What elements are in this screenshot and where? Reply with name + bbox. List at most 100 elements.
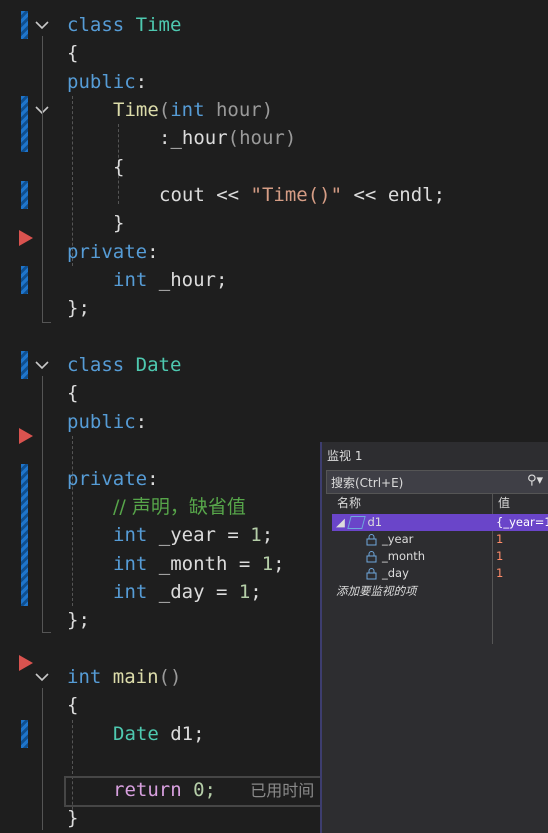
collapse-chevron-icon[interactable] <box>34 669 50 685</box>
keyword: int <box>170 99 205 121</box>
watch-row[interactable]: _month 1 <box>332 548 548 565</box>
brace: { <box>67 694 79 716</box>
brace: } <box>67 807 79 829</box>
change-indicator <box>21 464 28 606</box>
search-placeholder: 搜索(Ctrl+E) <box>331 476 404 490</box>
code-line: return 0; 已用时间 <box>113 776 314 804</box>
indent-guide <box>72 436 73 606</box>
watch-row-value: 1 <box>496 566 504 580</box>
keyword: public <box>67 71 136 93</box>
outline-guide <box>42 121 51 231</box>
code-line: { <box>113 153 124 181</box>
outline-guide <box>42 688 51 830</box>
keyword: class <box>67 354 125 376</box>
keyword: private <box>67 468 148 490</box>
number: 1 <box>250 524 262 546</box>
watch-row-value: 1 <box>496 549 504 563</box>
punct: ; <box>250 581 262 603</box>
keyword: int <box>113 553 148 575</box>
column-header-name[interactable]: 名称 <box>337 494 361 513</box>
punct: : <box>147 241 159 263</box>
function-name: main <box>112 666 159 688</box>
code-line: Date d1; <box>113 720 205 748</box>
watch-row[interactable]: _day 1 <box>332 565 548 582</box>
change-indicator <box>21 96 28 152</box>
keyword: public <box>67 411 136 433</box>
watch-row-value: {_year=1 _ <box>496 515 548 529</box>
init-list: :_hour <box>159 127 228 149</box>
param: hour <box>239 127 285 149</box>
watch-row[interactable]: ◢ d1 {_year=1 _ <box>332 514 548 531</box>
code-line: } <box>113 209 124 237</box>
param: hour <box>204 99 262 121</box>
type-name: Time <box>135 14 182 36</box>
brace: { <box>67 42 79 64</box>
elapsed-time-hint: 已用时间 <box>250 781 315 800</box>
number: 1 <box>261 553 274 575</box>
watch-window[interactable]: 监视 1 搜索(Ctrl+E) ⚲▾ 名称 值 ◢ d1 {_year=1 _ … <box>320 442 548 833</box>
object-icon <box>346 516 366 529</box>
code-line: private: <box>67 465 159 493</box>
watch-row-value: 1 <box>496 532 504 546</box>
identifier: endl; <box>387 184 446 206</box>
code-line: }; <box>67 606 90 634</box>
punct: : <box>147 468 159 490</box>
breakpoint-marker-icon[interactable] <box>19 428 33 444</box>
identifier: _year = <box>147 524 251 546</box>
watch-row[interactable]: _year 1 <box>332 531 548 548</box>
code-line: { <box>67 691 78 719</box>
keyword: class <box>67 14 125 36</box>
code-line: } <box>67 804 78 832</box>
code-line: int _year = 1; <box>113 521 273 549</box>
code-line: int _day = 1; <box>113 578 262 606</box>
punct: ) <box>261 99 274 121</box>
keyword-return: return <box>113 779 182 801</box>
change-indicator <box>21 181 28 209</box>
identifier: cout <box>159 184 205 206</box>
private-field-icon <box>366 533 377 545</box>
collapse-chevron-icon[interactable] <box>34 17 50 33</box>
watch-row-name: _month <box>366 548 425 565</box>
code-line: public: <box>67 408 147 436</box>
add-watch-placeholder: 添加要监视的项 <box>336 584 417 598</box>
change-indicator <box>21 266 28 294</box>
identifier: _day = <box>147 581 239 603</box>
number: 0; <box>181 779 216 801</box>
code-line: class Date <box>67 351 181 379</box>
magnifier-icon[interactable]: ⚲▾ <box>527 473 543 488</box>
code-line: int _hour; <box>113 266 227 294</box>
keyword: int <box>113 524 148 546</box>
code-line: { <box>67 39 78 67</box>
code-line: :_hour(hour) <box>159 124 296 152</box>
ctor-name: Time <box>113 99 159 121</box>
brace: }; <box>67 297 90 319</box>
private-field-icon <box>366 550 377 562</box>
punct: () <box>158 666 182 688</box>
code-line: int main() <box>67 663 181 691</box>
change-indicator <box>21 351 28 379</box>
brace: { <box>67 382 79 404</box>
add-watch-item[interactable]: 添加要监视的项 <box>332 583 548 600</box>
code-line: public: <box>67 68 147 96</box>
identifier: _month = <box>147 553 262 575</box>
change-indicator <box>21 720 28 748</box>
number: 1 <box>238 581 251 603</box>
collapse-chevron-icon[interactable] <box>34 357 50 373</box>
brace: { <box>113 156 125 178</box>
identifier: _hour; <box>147 269 228 291</box>
code-line: int _month = 1; <box>113 550 285 578</box>
keyword: private <box>67 241 148 263</box>
string-literal: "Time()" <box>250 184 343 206</box>
breakpoint-marker-icon[interactable] <box>19 655 33 671</box>
code-line: private: <box>67 238 159 266</box>
punct: ) <box>284 127 297 149</box>
keyword: int <box>113 269 148 291</box>
punct: ( <box>158 99 171 121</box>
column-header-value[interactable]: 值 <box>498 494 510 513</box>
breakpoint-marker-icon[interactable] <box>19 230 33 246</box>
code-line: // 声明，缺省值 <box>113 493 246 521</box>
watch-row-name: _day <box>366 565 409 582</box>
type-name: Date <box>135 354 182 376</box>
punct: : <box>135 411 148 433</box>
watch-search-input[interactable]: 搜索(Ctrl+E) ⚲▾ <box>326 470 548 494</box>
